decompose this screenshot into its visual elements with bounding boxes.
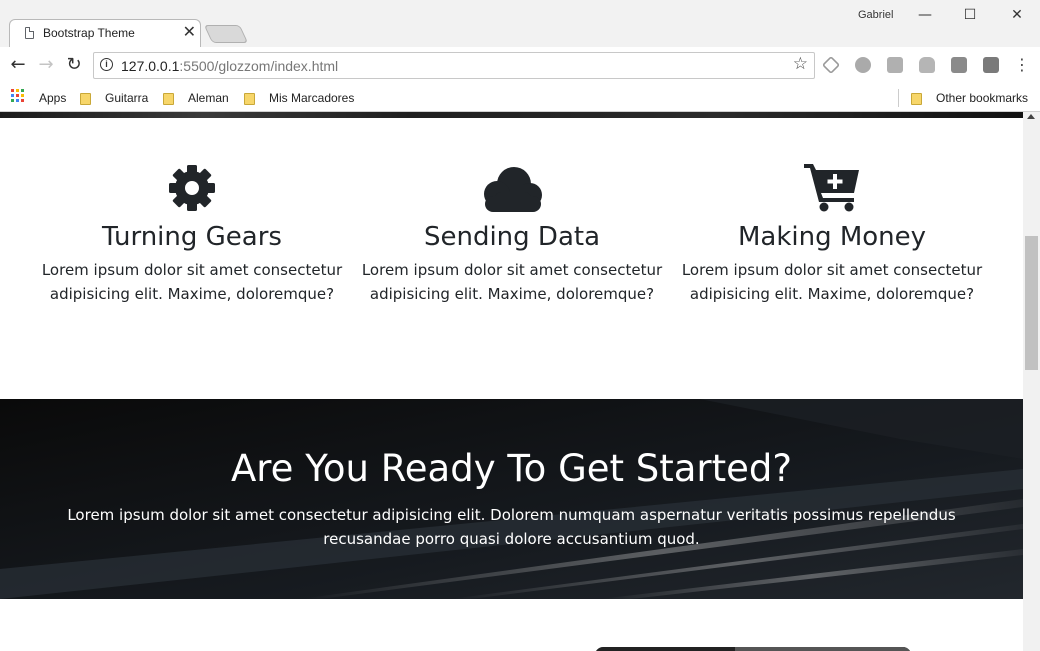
folder-icon	[80, 92, 91, 105]
profile-name[interactable]: Gabriel	[858, 9, 893, 21]
new-tab-button[interactable]	[203, 25, 249, 43]
feature-text: Lorem ipsum dolor sit amet consectetur a…	[41, 261, 343, 303]
feature-text: Lorem ipsum dolor sit amet consectetur a…	[681, 261, 983, 303]
page-viewport: Turning Gears Lorem ipsum dolor sit amet…	[0, 112, 1023, 651]
bookmark-label: Guitarra	[105, 91, 149, 105]
bookmark-label: Mis Marcadores	[269, 91, 355, 105]
maximize-button[interactable]: ☐	[955, 4, 985, 26]
bookmark-aleman[interactable]: Aleman	[163, 89, 229, 107]
page-scrollbar[interactable]	[1023, 112, 1040, 651]
scrollbar-thumb[interactable]	[1025, 236, 1038, 370]
feature-title: Making Money	[737, 222, 927, 252]
feature-turning-gears: Turning Gears Lorem ipsum dolor sit amet…	[32, 162, 352, 306]
background-image	[0, 399, 1023, 599]
bookmark-mis-marcadores[interactable]: Mis Marcadores	[244, 89, 354, 107]
browser-titlebar: Bootstrap Theme ✕ Gabriel — ☐ ✕	[0, 0, 1040, 47]
bookmark-label: Other bookmarks	[936, 91, 1029, 105]
forward-arrow-icon[interactable]: →	[35, 54, 57, 76]
cta-text: Lorem ipsum dolor sit amet consectetur a…	[67, 506, 956, 548]
document-icon	[25, 27, 34, 39]
extension-cube-icon[interactable]	[821, 55, 841, 75]
apps-grid-icon[interactable]	[11, 89, 25, 103]
folder-icon	[163, 92, 174, 105]
extension-circle-icon[interactable]	[855, 57, 871, 73]
feature-sending-data: Sending Data Lorem ipsum dolor sit amet …	[352, 162, 672, 306]
close-window-button[interactable]: ✕	[1002, 4, 1032, 26]
address-bar[interactable]: i 127.0.0.1:5500/glozzom/index.html ☆	[93, 52, 815, 79]
extension-android-icon[interactable]	[919, 57, 935, 73]
feature-title: Sending Data	[423, 222, 601, 252]
url-text[interactable]: 127.0.0.1:5500/glozzom/index.html	[121, 58, 338, 74]
tab-title: Bootstrap Theme	[43, 26, 135, 40]
cloud-icon	[352, 162, 672, 212]
bookmark-apps[interactable]: Apps	[39, 89, 66, 107]
cta-heading: Are You Ready To Get Started?	[230, 447, 793, 490]
bookmark-guitarra[interactable]: Guitarra	[80, 89, 148, 107]
cart-plus-icon	[672, 162, 992, 212]
feature-title: Turning Gears	[102, 222, 282, 252]
minimize-button[interactable]: —	[910, 4, 940, 26]
folder-icon	[244, 92, 255, 105]
menu-dots-icon[interactable]: ⋮	[1011, 54, 1033, 76]
extension-icon[interactable]	[983, 57, 999, 73]
reload-icon[interactable]: ↻	[63, 54, 85, 76]
back-arrow-icon[interactable]: ←	[7, 54, 29, 76]
folder-icon	[911, 92, 922, 105]
star-icon[interactable]: ☆	[793, 54, 808, 74]
get-started-section: Are You Ready To Get Started? Lorem ipsu…	[0, 399, 1023, 599]
bookmark-other[interactable]: Other bookmarks	[911, 89, 1028, 107]
browser-toolbar: ← → ↻ i 127.0.0.1:5500/glozzom/index.htm…	[0, 47, 1040, 85]
url-path: :5500/glozzom/index.html	[179, 58, 339, 74]
info-icon[interactable]: i	[100, 58, 113, 71]
extension-icon[interactable]	[951, 57, 967, 73]
feature-making-money: Making Money Lorem ipsum dolor sit amet …	[672, 162, 992, 306]
gear-icon	[32, 162, 352, 212]
tab-close-icon[interactable]: ✕	[183, 22, 196, 42]
url-host: 127.0.0.1	[121, 58, 180, 74]
extension-pdf-icon[interactable]	[887, 57, 903, 73]
browser-tab[interactable]: Bootstrap Theme ✕	[9, 19, 201, 47]
hero-image-edge	[0, 112, 1023, 118]
next-section-image-edge	[595, 647, 911, 651]
bookmarks-bar	[0, 85, 1040, 112]
feature-text: Lorem ipsum dolor sit amet consectetur a…	[361, 261, 663, 303]
bookmarks-divider	[898, 89, 899, 107]
bookmark-label: Aleman	[188, 91, 229, 105]
scroll-up-arrow-icon[interactable]	[1027, 114, 1035, 119]
